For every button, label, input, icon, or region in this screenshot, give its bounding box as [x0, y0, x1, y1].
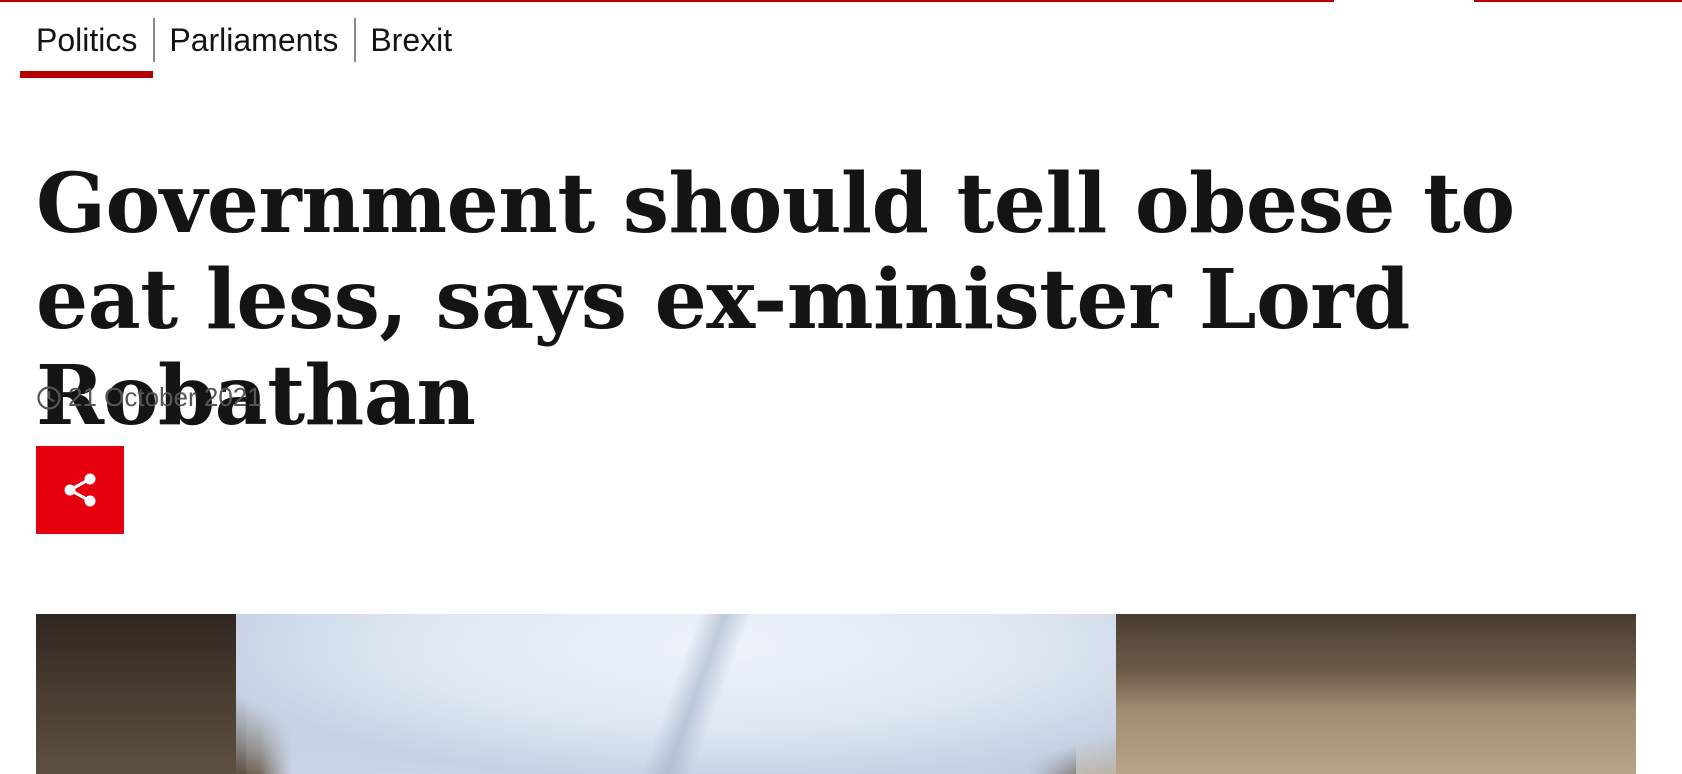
subnav-item-label: Parliaments	[169, 22, 339, 58]
share-icon	[64, 473, 96, 507]
subnav-item-politics[interactable]: Politics	[20, 18, 154, 78]
subnav-item-label: Politics	[36, 22, 138, 58]
hero-background-left	[36, 614, 246, 774]
clock-icon	[37, 385, 61, 410]
subnav-item-brexit[interactable]: Brexit	[354, 18, 468, 78]
share-button[interactable]	[36, 446, 124, 534]
article-dateline: 21 October 2021	[36, 382, 262, 413]
article-date: 21 October 2021	[68, 382, 262, 412]
top-accent-rule-right	[1474, 0, 1682, 2]
subnav-item-parliaments[interactable]: Parliaments	[153, 18, 354, 78]
hero-background-right	[1076, 614, 1636, 774]
article-headline: Government should tell obese to eat less…	[36, 156, 1515, 444]
hero-shirt-fold	[596, 614, 796, 774]
section-subnav: Politics Parliaments Brexit	[20, 18, 468, 78]
article-hero-image	[36, 614, 1636, 774]
subnav-item-label: Brexit	[370, 22, 453, 58]
top-accent-rule	[0, 0, 1334, 2]
